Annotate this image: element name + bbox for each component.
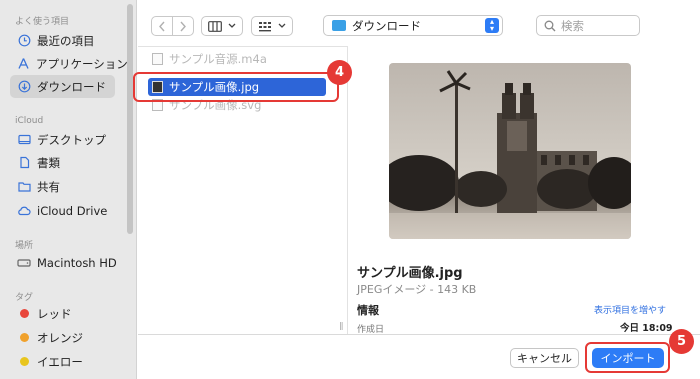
sidebar-item-label: オレンジ <box>37 330 83 345</box>
back-button[interactable] <box>152 17 172 35</box>
chevron-left-icon <box>159 21 165 31</box>
info-heading: 情報 <box>357 304 379 317</box>
location-popup[interactable]: ダウンロード ▴ ▾ <box>323 15 503 36</box>
chevron-down-icon <box>228 23 236 28</box>
audio-file-icon <box>152 53 163 65</box>
chevron-down-icon <box>278 23 286 28</box>
sidebar-item-macintosh-hd[interactable]: Macintosh HD <box>10 251 117 274</box>
cloud-icon <box>17 204 31 218</box>
sidebar-item-documents[interactable]: 書類 <box>10 151 115 174</box>
yellow-tag-dot-icon <box>20 357 29 366</box>
drive-icon <box>17 256 31 270</box>
sidebar-item-downloads[interactable]: ダウンロード <box>10 75 115 98</box>
sidebar-item-label: デスクトップ <box>37 132 106 147</box>
sidebar-item-desktop[interactable]: デスクトップ <box>10 128 115 151</box>
step-5-callout-frame <box>585 342 670 373</box>
church-photo-image <box>389 63 631 239</box>
file-item-m4a[interactable]: サンプル音源.m4a <box>148 50 267 68</box>
sidebar-scrollbar[interactable] <box>127 4 133 234</box>
forward-button[interactable] <box>173 17 193 35</box>
grid-icon <box>259 21 271 31</box>
shared-folder-icon <box>17 180 31 194</box>
up-down-chevron-icon: ▴ ▾ <box>485 18 499 33</box>
group-view-button[interactable] <box>251 16 293 36</box>
nav-button-group <box>151 16 194 36</box>
sidebar-item-label: 書類 <box>37 155 60 170</box>
desktop-icon <box>17 133 31 147</box>
column-resize-handle[interactable]: || <box>339 321 344 330</box>
sidebar-item-label: 最近の項目 <box>37 33 95 48</box>
show-more-link[interactable]: 表示項目を増やす <box>594 303 666 316</box>
search-field[interactable]: 検索 <box>536 15 640 36</box>
sidebar-item-tag-red[interactable]: レッド <box>10 302 115 325</box>
sidebar-item-label: イエロー <box>37 354 83 369</box>
created-value: 今日 18:09 <box>620 323 673 334</box>
icloud-header: iCloud <box>15 116 44 126</box>
preview-image <box>389 63 631 239</box>
sidebar-item-tag-orange[interactable]: オレンジ <box>10 326 115 349</box>
download-icon <box>17 80 31 94</box>
column-view-button[interactable] <box>201 16 243 36</box>
sidebar-item-icloud-drive[interactable]: iCloud Drive <box>10 199 115 222</box>
preview-title: サンプル画像.jpg <box>357 266 463 281</box>
sidebar-item-shared[interactable]: 共有 <box>10 175 115 198</box>
step-4-badge: 4 <box>327 60 352 85</box>
favorites-header: よく使う項目 <box>15 17 70 27</box>
step-4-callout-frame <box>133 72 339 102</box>
orange-tag-dot-icon <box>20 333 29 342</box>
sidebar-item-label: 共有 <box>37 179 60 194</box>
apps-icon <box>17 57 30 71</box>
red-tag-dot-icon <box>20 309 29 318</box>
document-icon <box>17 156 31 170</box>
chevron-right-icon <box>180 21 186 31</box>
location-label: ダウンロード <box>352 18 421 33</box>
folder-icon <box>332 20 346 31</box>
cancel-button[interactable]: キャンセル <box>510 348 579 368</box>
sidebar-item-recents[interactable]: 最近の項目 <box>10 29 115 52</box>
sidebar-item-applications[interactable]: アプリケーション <box>10 52 128 75</box>
sidebar-item-label: ダウンロード <box>37 79 106 94</box>
search-icon <box>544 20 556 31</box>
sidebar: よく使う項目 最近の項目 アプリケーション ダウンロード iCloud デスクト… <box>0 0 137 379</box>
sidebar-item-label: レッド <box>37 306 72 321</box>
sidebar-item-tag-yellow[interactable]: イエロー <box>10 350 115 373</box>
step-5-badge: 5 <box>669 329 694 354</box>
sidebar-item-label: iCloud Drive <box>37 203 108 218</box>
search-placeholder: 検索 <box>561 18 584 33</box>
preview-subtitle: JPEGイメージ - 143 KB <box>357 283 477 296</box>
clock-icon <box>17 34 31 48</box>
columns-icon <box>208 20 222 32</box>
locations-header: 場所 <box>15 241 34 251</box>
file-name: サンプル音源.m4a <box>169 52 267 66</box>
sidebar-item-label: Macintosh HD <box>37 255 117 270</box>
sidebar-item-label: アプリケーション <box>36 56 128 71</box>
